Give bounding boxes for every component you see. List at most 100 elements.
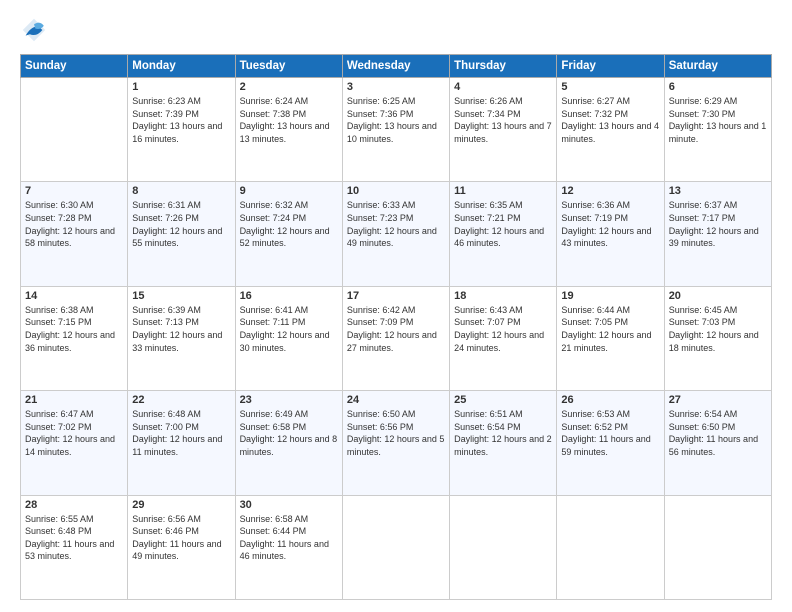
calendar-cell: 12 Sunrise: 6:36 AMSunset: 7:19 PMDayligh…: [557, 182, 664, 286]
calendar-cell: 7 Sunrise: 6:30 AMSunset: 7:28 PMDaylight…: [21, 182, 128, 286]
week-row-2: 7 Sunrise: 6:30 AMSunset: 7:28 PMDaylight…: [21, 182, 772, 286]
day-number: 16: [240, 290, 338, 302]
day-info: Sunrise: 6:30 AMSunset: 7:28 PMDaylight:…: [25, 199, 123, 249]
weekday-header-wednesday: Wednesday: [342, 55, 449, 78]
calendar-table: SundayMondayTuesdayWednesdayThursdayFrid…: [20, 54, 772, 600]
day-info: Sunrise: 6:24 AMSunset: 7:38 PMDaylight:…: [240, 95, 338, 145]
day-number: 10: [347, 185, 445, 197]
day-number: 1: [132, 81, 230, 93]
day-info: Sunrise: 6:36 AMSunset: 7:19 PMDaylight:…: [561, 199, 659, 249]
day-number: 30: [240, 499, 338, 511]
day-info: Sunrise: 6:23 AMSunset: 7:39 PMDaylight:…: [132, 95, 230, 145]
day-number: 20: [669, 290, 767, 302]
day-info: Sunrise: 6:44 AMSunset: 7:05 PMDaylight:…: [561, 304, 659, 354]
day-info: Sunrise: 6:39 AMSunset: 7:13 PMDaylight:…: [132, 304, 230, 354]
day-number: 23: [240, 394, 338, 406]
week-row-3: 14Sunrise: 6:38 AMSunset: 7:15 PMDayligh…: [21, 286, 772, 390]
page: SundayMondayTuesdayWednesdayThursdayFrid…: [0, 0, 792, 612]
calendar-cell: 16 Sunrise: 6:41 AMSunset: 7:11 PMDayligh…: [235, 286, 342, 390]
day-info: Sunrise: 6:54 AMSunset: 6:50 PMDaylight:…: [669, 408, 767, 458]
calendar-cell: 13 Sunrise: 6:37 AMSunset: 7:17 PMDayligh…: [664, 182, 771, 286]
day-info: Sunrise: 6:27 AMSunset: 7:32 PMDaylight:…: [561, 95, 659, 145]
header: [20, 16, 772, 44]
day-number: 6: [669, 81, 767, 93]
day-info: Sunrise: 6:31 AMSunset: 7:26 PMDaylight:…: [132, 199, 230, 249]
week-row-1: 1 Sunrise: 6:23 AMSunset: 7:39 PMDaylight…: [21, 78, 772, 182]
logo-icon: [20, 16, 48, 44]
day-number: 26: [561, 394, 659, 406]
day-info: Sunrise: 6:35 AMSunset: 7:21 PMDaylight:…: [454, 199, 552, 249]
calendar-cell: 22Sunrise: 6:48 AMSunset: 7:00 PMDayligh…: [128, 391, 235, 495]
day-info: Sunrise: 6:29 AMSunset: 7:30 PMDaylight:…: [669, 95, 767, 145]
weekday-header-monday: Monday: [128, 55, 235, 78]
day-info: Sunrise: 6:56 AMSunset: 6:46 PMDaylight:…: [132, 513, 230, 563]
calendar-cell: 8 Sunrise: 6:31 AMSunset: 7:26 PMDaylight…: [128, 182, 235, 286]
day-number: 27: [669, 394, 767, 406]
calendar-cell: 28 Sunrise: 6:55 AMSunset: 6:48 PMDayligh…: [21, 495, 128, 599]
day-number: 8: [132, 185, 230, 197]
day-number: 24: [347, 394, 445, 406]
calendar-cell: 23Sunrise: 6:49 AMSunset: 6:58 PMDayligh…: [235, 391, 342, 495]
weekday-header-row: SundayMondayTuesdayWednesdayThursdayFrid…: [21, 55, 772, 78]
day-number: 7: [25, 185, 123, 197]
day-number: 25: [454, 394, 552, 406]
day-info: Sunrise: 6:45 AMSunset: 7:03 PMDaylight:…: [669, 304, 767, 354]
day-info: Sunrise: 6:48 AMSunset: 7:00 PMDaylight:…: [132, 408, 230, 458]
calendar-cell: [557, 495, 664, 599]
day-info: Sunrise: 6:47 AMSunset: 7:02 PMDaylight:…: [25, 408, 123, 458]
day-info: Sunrise: 6:50 AMSunset: 6:56 PMDaylight:…: [347, 408, 445, 458]
weekday-header-sunday: Sunday: [21, 55, 128, 78]
day-number: 12: [561, 185, 659, 197]
calendar-cell: 4 Sunrise: 6:26 AMSunset: 7:34 PMDaylight…: [450, 78, 557, 182]
day-number: 9: [240, 185, 338, 197]
day-number: 29: [132, 499, 230, 511]
day-number: 11: [454, 185, 552, 197]
day-info: Sunrise: 6:38 AMSunset: 7:15 PMDaylight:…: [25, 304, 123, 354]
day-info: Sunrise: 6:41 AMSunset: 7:11 PMDaylight:…: [240, 304, 338, 354]
calendar-cell: 17Sunrise: 6:42 AMSunset: 7:09 PMDayligh…: [342, 286, 449, 390]
day-number: 21: [25, 394, 123, 406]
calendar-cell: 1 Sunrise: 6:23 AMSunset: 7:39 PMDaylight…: [128, 78, 235, 182]
calendar-cell: [450, 495, 557, 599]
day-number: 4: [454, 81, 552, 93]
day-number: 5: [561, 81, 659, 93]
day-info: Sunrise: 6:33 AMSunset: 7:23 PMDaylight:…: [347, 199, 445, 249]
calendar-cell: 24 Sunrise: 6:50 AMSunset: 6:56 PMDayligh…: [342, 391, 449, 495]
calendar-cell: 11 Sunrise: 6:35 AMSunset: 7:21 PMDayligh…: [450, 182, 557, 286]
weekday-header-tuesday: Tuesday: [235, 55, 342, 78]
calendar-cell: 30 Sunrise: 6:58 AMSunset: 6:44 PMDayligh…: [235, 495, 342, 599]
day-info: Sunrise: 6:32 AMSunset: 7:24 PMDaylight:…: [240, 199, 338, 249]
day-info: Sunrise: 6:51 AMSunset: 6:54 PMDaylight:…: [454, 408, 552, 458]
calendar-cell: 26Sunrise: 6:53 AMSunset: 6:52 PMDayligh…: [557, 391, 664, 495]
calendar-cell: 25 Sunrise: 6:51 AMSunset: 6:54 PMDayligh…: [450, 391, 557, 495]
day-info: Sunrise: 6:58 AMSunset: 6:44 PMDaylight:…: [240, 513, 338, 563]
calendar-cell: [342, 495, 449, 599]
calendar-cell: 19 Sunrise: 6:44 AMSunset: 7:05 PMDayligh…: [557, 286, 664, 390]
calendar-cell: 6 Sunrise: 6:29 AMSunset: 7:30 PMDaylight…: [664, 78, 771, 182]
day-number: 2: [240, 81, 338, 93]
calendar-cell: [21, 78, 128, 182]
week-row-4: 21 Sunrise: 6:47 AMSunset: 7:02 PMDayligh…: [21, 391, 772, 495]
calendar-cell: 2 Sunrise: 6:24 AMSunset: 7:38 PMDaylight…: [235, 78, 342, 182]
calendar-cell: 29 Sunrise: 6:56 AMSunset: 6:46 PMDayligh…: [128, 495, 235, 599]
calendar-cell: 18 Sunrise: 6:43 AMSunset: 7:07 PMDayligh…: [450, 286, 557, 390]
week-row-5: 28 Sunrise: 6:55 AMSunset: 6:48 PMDayligh…: [21, 495, 772, 599]
day-number: 19: [561, 290, 659, 302]
day-number: 3: [347, 81, 445, 93]
day-number: 28: [25, 499, 123, 511]
calendar-cell: [664, 495, 771, 599]
day-info: Sunrise: 6:37 AMSunset: 7:17 PMDaylight:…: [669, 199, 767, 249]
weekday-header-saturday: Saturday: [664, 55, 771, 78]
day-info: Sunrise: 6:26 AMSunset: 7:34 PMDaylight:…: [454, 95, 552, 145]
day-number: 15: [132, 290, 230, 302]
weekday-header-friday: Friday: [557, 55, 664, 78]
day-number: 13: [669, 185, 767, 197]
day-info: Sunrise: 6:55 AMSunset: 6:48 PMDaylight:…: [25, 513, 123, 563]
calendar-cell: 5 Sunrise: 6:27 AMSunset: 7:32 PMDaylight…: [557, 78, 664, 182]
calendar-cell: 14Sunrise: 6:38 AMSunset: 7:15 PMDayligh…: [21, 286, 128, 390]
day-info: Sunrise: 6:43 AMSunset: 7:07 PMDaylight:…: [454, 304, 552, 354]
day-info: Sunrise: 6:42 AMSunset: 7:09 PMDaylight:…: [347, 304, 445, 354]
day-number: 18: [454, 290, 552, 302]
calendar-cell: 15 Sunrise: 6:39 AMSunset: 7:13 PMDayligh…: [128, 286, 235, 390]
calendar-cell: 20 Sunrise: 6:45 AMSunset: 7:03 PMDayligh…: [664, 286, 771, 390]
